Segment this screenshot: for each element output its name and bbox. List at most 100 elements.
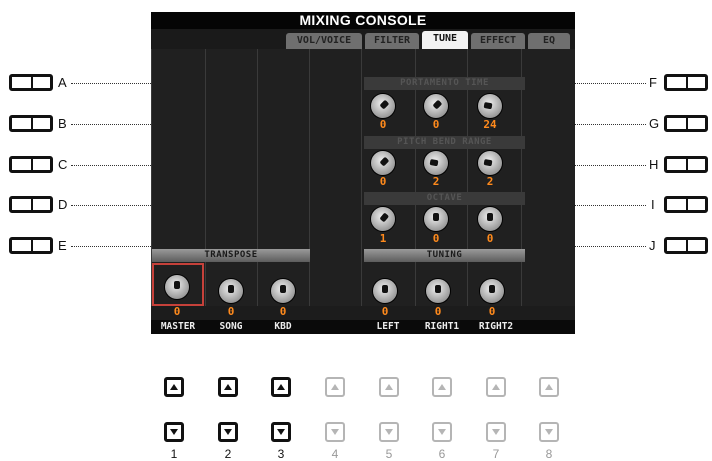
pitch-bend-right1-value: 2 <box>432 175 440 188</box>
button-d[interactable] <box>9 196 53 213</box>
button-i[interactable] <box>664 196 708 213</box>
down-arrow-icon <box>545 429 553 435</box>
up-arrow-icon <box>545 384 553 390</box>
button-number-8: 8 <box>545 447 553 461</box>
up-button-4[interactable] <box>325 377 345 397</box>
button-number-2: 2 <box>224 447 232 461</box>
transpose-kbd-knob[interactable] <box>271 279 295 303</box>
transpose-master-knob[interactable] <box>165 275 189 299</box>
octave-right1-value: 0 <box>432 232 440 245</box>
button-f-label: F <box>649 75 657 90</box>
up-button-2[interactable] <box>218 377 238 397</box>
down-button-6[interactable] <box>432 422 452 442</box>
down-arrow-icon <box>170 429 178 435</box>
tab-tune[interactable]: TUNE <box>422 31 468 49</box>
down-arrow-icon <box>277 429 285 435</box>
tune-panel: PORTAMENTO TIME 0 0 24 PITCH BEND RANGE … <box>151 49 575 320</box>
label-song: SONG <box>219 321 243 332</box>
tuning-left-value: 0 <box>381 305 389 318</box>
leader-line <box>575 246 646 247</box>
up-arrow-icon <box>438 384 446 390</box>
button-c[interactable] <box>9 156 53 173</box>
down-button-1[interactable] <box>164 422 184 442</box>
leader-line <box>71 246 151 247</box>
button-number-5: 5 <box>385 447 393 461</box>
down-button-5[interactable] <box>379 422 399 442</box>
button-number-7: 7 <box>492 447 500 461</box>
up-button-1[interactable] <box>164 377 184 397</box>
pitch-bend-right1-knob[interactable] <box>424 151 448 175</box>
up-arrow-icon <box>331 384 339 390</box>
down-button-8[interactable] <box>539 422 559 442</box>
octave-right2-knob[interactable] <box>478 207 502 231</box>
leader-line <box>71 165 151 166</box>
label-master: MASTER <box>160 321 196 332</box>
transpose-kbd-value: 0 <box>279 305 287 318</box>
tuning-right2-knob[interactable] <box>480 279 504 303</box>
tuning-right1-knob[interactable] <box>426 279 450 303</box>
button-e[interactable] <box>9 237 53 254</box>
up-arrow-icon <box>277 384 285 390</box>
leader-line <box>71 124 151 125</box>
button-g[interactable] <box>664 115 708 132</box>
octave-left-knob[interactable] <box>371 207 395 231</box>
portamento-right2-knob[interactable] <box>478 94 502 118</box>
button-a-label: A <box>58 75 67 90</box>
down-button-4[interactable] <box>325 422 345 442</box>
portamento-time-header: PORTAMENTO TIME <box>364 77 525 90</box>
down-button-2[interactable] <box>218 422 238 442</box>
up-button-5[interactable] <box>379 377 399 397</box>
button-number-3: 3 <box>277 447 285 461</box>
pitch-bend-right2-value: 2 <box>486 175 494 188</box>
tab-filter[interactable]: FILTER <box>365 33 419 49</box>
octave-right1-knob[interactable] <box>424 207 448 231</box>
button-j[interactable] <box>664 237 708 254</box>
up-button-6[interactable] <box>432 377 452 397</box>
down-button-7[interactable] <box>486 422 506 442</box>
button-number-4: 4 <box>331 447 339 461</box>
tuning-right2-value: 0 <box>488 305 496 318</box>
tuning-header: TUNING <box>364 249 525 262</box>
button-number-6: 6 <box>438 447 446 461</box>
button-i-label: I <box>651 197 655 212</box>
button-f[interactable] <box>664 74 708 91</box>
octave-header: OCTAVE <box>364 192 525 205</box>
down-arrow-icon <box>438 429 446 435</box>
down-arrow-icon <box>385 429 393 435</box>
pitch-bend-range-header: PITCH BEND RANGE <box>364 136 525 149</box>
label-kbd: KBD <box>274 321 292 332</box>
leader-line <box>71 205 151 206</box>
portamento-left-knob[interactable] <box>371 94 395 118</box>
up-button-3[interactable] <box>271 377 291 397</box>
channel-column <box>521 49 575 306</box>
up-button-7[interactable] <box>486 377 506 397</box>
label-right1: RIGHT1 <box>424 321 460 332</box>
leader-line <box>575 165 646 166</box>
leader-line <box>71 83 151 84</box>
tab-bar: VOL/VOICE FILTER TUNE EFFECT EQ <box>151 31 575 49</box>
down-button-3[interactable] <box>271 422 291 442</box>
down-arrow-icon <box>331 429 339 435</box>
tab-eq[interactable]: EQ <box>528 33 570 49</box>
down-arrow-icon <box>492 429 500 435</box>
button-h[interactable] <box>664 156 708 173</box>
pitch-bend-left-knob[interactable] <box>371 151 395 175</box>
portamento-right1-value: 0 <box>432 118 440 131</box>
button-b[interactable] <box>9 115 53 132</box>
transpose-song-knob[interactable] <box>219 279 243 303</box>
tab-effect[interactable]: EFFECT <box>471 33 525 49</box>
tuning-left-knob[interactable] <box>373 279 397 303</box>
portamento-right1-knob[interactable] <box>424 94 448 118</box>
up-arrow-icon <box>385 384 393 390</box>
up-button-8[interactable] <box>539 377 559 397</box>
tab-vol-voice[interactable]: VOL/VOICE <box>286 33 362 49</box>
up-arrow-icon <box>170 384 178 390</box>
up-arrow-icon <box>492 384 500 390</box>
portamento-left-value: 0 <box>379 118 387 131</box>
button-a[interactable] <box>9 74 53 91</box>
button-d-label: D <box>58 197 68 212</box>
pitch-bend-left-value: 0 <box>379 175 387 188</box>
pitch-bend-right2-knob[interactable] <box>478 151 502 175</box>
button-c-label: C <box>58 157 68 172</box>
channel-column <box>205 49 259 306</box>
